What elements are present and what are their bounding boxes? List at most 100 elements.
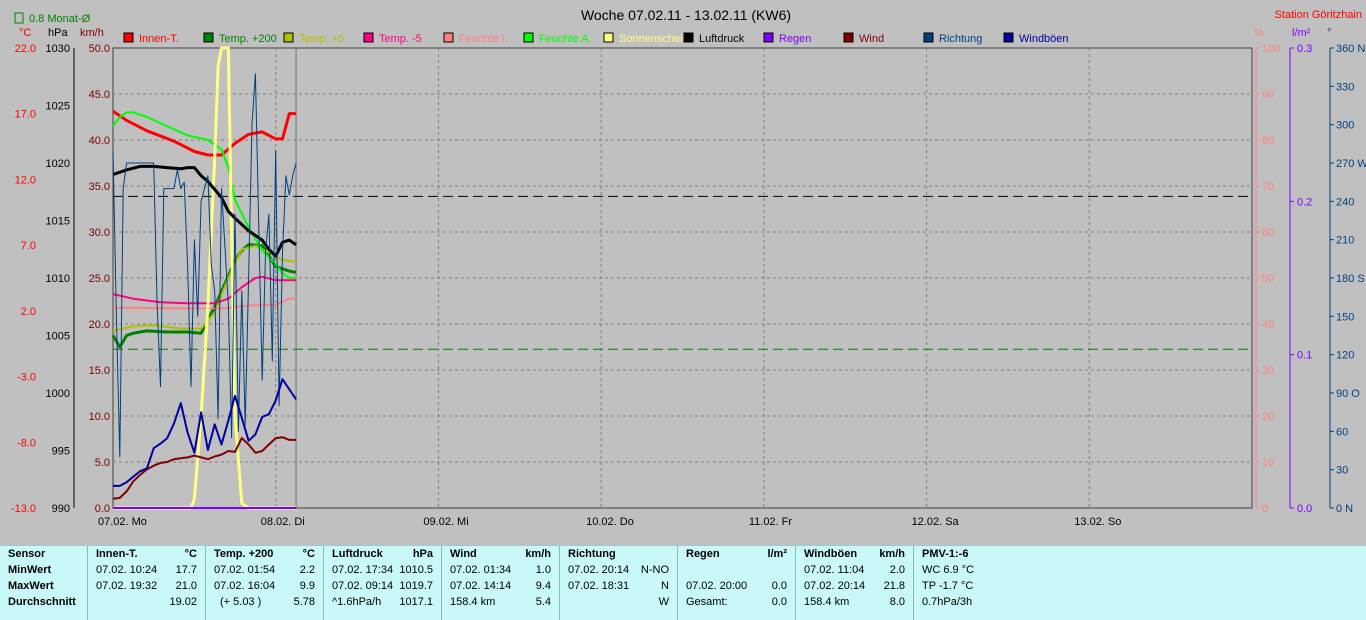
legend-label-feuchte-i: Feuchte I. bbox=[459, 33, 508, 45]
chart-title: Woche 07.02.11 - 13.02.11 (KW6) bbox=[581, 7, 791, 23]
legend-swatch-luftdruck bbox=[683, 32, 694, 43]
stats-avg-label: Durchschnitt bbox=[8, 596, 76, 608]
unit-speed: km/h bbox=[80, 27, 104, 39]
speed_kmh-tick-label: 20.0 bbox=[89, 319, 110, 331]
humidity_pct-tick-label: 10 bbox=[1262, 457, 1274, 469]
direction_deg-tick-label: 360 N bbox=[1336, 43, 1365, 55]
stats-pmv-header: PMV-1:-6 bbox=[922, 548, 969, 560]
stats-wind-header: Wind bbox=[450, 548, 477, 560]
x-tick-label: 12.02. Sa bbox=[912, 516, 960, 528]
humidity_pct-tick-label: 20 bbox=[1262, 411, 1274, 423]
direction_deg-tick-label: 150 bbox=[1336, 311, 1354, 323]
temp_c-tick-label: 17.0 bbox=[15, 109, 36, 121]
rain_lm2-tick-label: 0.2 bbox=[1297, 196, 1312, 208]
stats-windboeen-max-val: 21.8 bbox=[883, 580, 905, 592]
stats-luftdruck-max-val: 1019.7 bbox=[399, 580, 433, 592]
legend-swatch-windboen bbox=[1003, 32, 1014, 43]
unit-rain: l/m² bbox=[1292, 27, 1311, 39]
direction_deg-tick-label: 270 W bbox=[1336, 158, 1366, 170]
stats-windboeen-header: Windböen bbox=[804, 548, 858, 560]
x-axis: 07.02. Mo 08.02. Di 09.02. Mi 10.02. Do 11.0… bbox=[98, 516, 1121, 528]
legend-label-temp-5: Temp. +5 bbox=[299, 33, 345, 45]
stats-wind-avg-note: 158.4 km bbox=[450, 596, 496, 608]
pressure_hpa-tick-label: 1030 bbox=[46, 43, 70, 55]
stats-col-regen: Regen l/m² 07.02. 20:00 0.0 Gesamt: 0.0 bbox=[678, 546, 796, 620]
stats-col-richtung: Richtung 07.02. 20:14 N-NO 07.02. 18:31 N … bbox=[560, 546, 678, 620]
speed_kmh-tick-label: 5.0 bbox=[95, 457, 110, 469]
speed_kmh-tick-label: 35.0 bbox=[89, 181, 110, 193]
pressure_hpa-tick-label: 995 bbox=[52, 446, 70, 458]
temp_c-tick-label: 2.0 bbox=[21, 306, 36, 318]
speed_kmh-tick-label: 40.0 bbox=[89, 135, 110, 147]
pressure_hpa-tick-label: 1005 bbox=[46, 331, 70, 343]
temp_c-tick-label: 7.0 bbox=[21, 240, 36, 252]
stats-wind-max-val: 9.4 bbox=[535, 580, 551, 592]
stats-temp200-avg-val: 5.78 bbox=[293, 596, 315, 608]
stats-luftdruck-min-time: 07.02. 17:34 bbox=[332, 564, 394, 576]
legend-swatch-regen bbox=[763, 32, 774, 43]
speed_kmh-tick-label: 50.0 bbox=[89, 43, 110, 55]
x-tick-label: 08.02. Di bbox=[261, 516, 305, 528]
stats-richtung-min-val: N-NO bbox=[640, 564, 669, 576]
stats-wind-min-time: 07.02. 01:34 bbox=[450, 564, 512, 576]
stats-windboeen-avg-val: 8.0 bbox=[889, 596, 905, 608]
stats-richtung-max-val: N bbox=[661, 580, 669, 592]
stats-min-label: MinWert bbox=[8, 564, 52, 576]
humidity_pct-tick-label: 50 bbox=[1262, 273, 1274, 285]
direction_deg-tick-label: 240 bbox=[1336, 196, 1354, 208]
right-axes: 10090807060504030201000.30.20.10.0360 N3… bbox=[1255, 43, 1366, 515]
humidity_pct-tick-label: 40 bbox=[1262, 319, 1274, 331]
stats-innen-min-val: 17.7 bbox=[175, 564, 197, 576]
legend-label-sonnenschein: Sonnenschein bbox=[619, 33, 689, 45]
stats-luftdruck-max-time: 07.02. 09:14 bbox=[332, 580, 394, 592]
stats-regen-max-time: 07.02. 20:00 bbox=[686, 580, 748, 592]
direction_deg-tick-label: 90 O bbox=[1336, 388, 1360, 400]
stats-innen-header: Innen-T. bbox=[96, 548, 138, 560]
legend-swatch-wind bbox=[843, 32, 854, 43]
stats-regen-unit: l/m² bbox=[767, 548, 787, 560]
legend-label-richtung: Richtung bbox=[939, 33, 982, 45]
stats-windboeen-min-time: 07.02. 11:04 bbox=[804, 564, 865, 576]
unit-temp: °C bbox=[19, 27, 31, 39]
stats-luftdruck-avg-val: 1017.1 bbox=[399, 596, 433, 608]
stats-wind-avg-val: 5.4 bbox=[535, 596, 551, 608]
stats-pmv-tp: TP -1.7 °C bbox=[922, 580, 974, 592]
stats-wind-unit: km/h bbox=[525, 548, 551, 560]
left-axes: 22.0 17.0 12.0 7.0 2.0 -3.0 -8.0 -13.0 1030 1025 1… bbox=[11, 43, 110, 515]
humidity_pct-tick-label: 100 bbox=[1262, 43, 1280, 55]
stats-windboeen-unit: km/h bbox=[879, 548, 905, 560]
stats-luftdruck-unit: hPa bbox=[412, 548, 433, 560]
stats-regen-avg-val: 0.0 bbox=[771, 596, 787, 608]
legend-label-temp-5: Temp. -5 bbox=[379, 33, 422, 45]
stats-wind-max-time: 07.02. 14:14 bbox=[450, 580, 512, 592]
pressure_hpa-tick-label: 1010 bbox=[46, 273, 70, 285]
stats-innen-avg-val: 19.02 bbox=[169, 596, 197, 608]
stats-regen-max-val: 0.0 bbox=[771, 580, 787, 592]
stats-col-innen: Innen-T. °C 07.02. 10:24 17.7 07.02. 19:32… bbox=[88, 546, 206, 620]
direction_deg-tick-label: 210 bbox=[1336, 235, 1354, 247]
x-tick-label: 10.02. Do bbox=[586, 516, 634, 528]
stats-wind-min-val: 1.0 bbox=[535, 564, 551, 576]
pressure_hpa-tick-label: 990 bbox=[52, 503, 70, 515]
legend-swatch-innen-t bbox=[123, 32, 134, 43]
humidity_pct-tick-label: 0 bbox=[1262, 503, 1268, 515]
weather-chart: Woche 07.02.11 - 13.02.11 (KW6) Station … bbox=[11, 7, 1366, 528]
humidity_pct-tick-label: 30 bbox=[1262, 365, 1274, 377]
legend-label-luftdruck: Luftdruck bbox=[699, 33, 745, 45]
unit-pressure: hPa bbox=[48, 27, 68, 39]
stats-temp200-unit: °C bbox=[302, 548, 315, 560]
legend-swatch-temp-5 bbox=[283, 32, 294, 43]
stats-regen-avg-note: Gesamt: bbox=[686, 596, 728, 608]
stats-luftdruck-header: Luftdruck bbox=[332, 548, 383, 560]
stats-richtung-min-time: 07.02. 20:14 bbox=[568, 564, 630, 576]
speed_kmh-tick-label: 15.0 bbox=[89, 365, 110, 377]
stats-innen-min-time: 07.02. 10:24 bbox=[96, 564, 158, 576]
monthly-avg-label: 0.8 Monat-Ø bbox=[29, 13, 91, 25]
legend-swatch-richtung bbox=[923, 32, 934, 43]
statistics-panel: Sensor MinWert MaxWert Durchschnitt Inne… bbox=[0, 545, 1366, 620]
humidity_pct-tick-label: 80 bbox=[1262, 135, 1274, 147]
stats-col-pmv: PMV-1:-6 WC 6.9 °C TP -1.7 °C 0.7hPa/3h bbox=[914, 546, 1014, 620]
stats-richtung-header: Richtung bbox=[568, 548, 616, 560]
legend-label-windboen: Windböen bbox=[1019, 33, 1069, 45]
stats-col-luftdruck: Luftdruck hPa 07.02. 17:34 1010.5 07.02. 0… bbox=[324, 546, 442, 620]
